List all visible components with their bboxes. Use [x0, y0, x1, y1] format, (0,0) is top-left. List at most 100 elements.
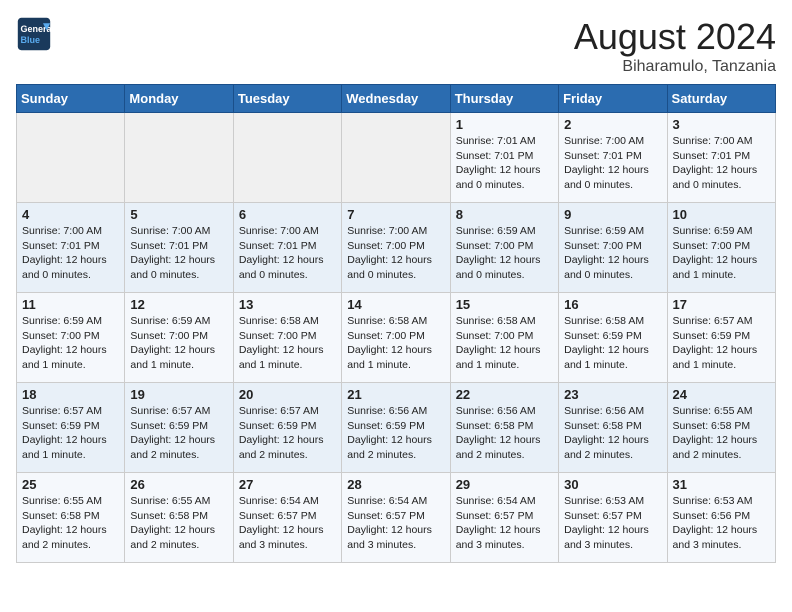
calendar-cell: 26 Sunrise: 6:55 AMSunset: 6:58 PMDayligh… — [125, 473, 233, 563]
week-row-1: 1 Sunrise: 7:01 AMSunset: 7:01 PMDaylight… — [17, 113, 776, 203]
day-info: Sunrise: 6:59 AMSunset: 7:00 PMDaylight:… — [564, 224, 661, 283]
day-number: 30 — [564, 477, 661, 492]
day-number: 9 — [564, 207, 661, 222]
calendar-cell: 10 Sunrise: 6:59 AMSunset: 7:00 PMDayligh… — [667, 203, 775, 293]
day-info: Sunrise: 7:00 AMSunset: 7:01 PMDaylight:… — [239, 224, 336, 283]
week-row-2: 4 Sunrise: 7:00 AMSunset: 7:01 PMDaylight… — [17, 203, 776, 293]
calendar-cell: 5Sunrise: 7:00 AMSunset: 7:01 PMDaylight… — [125, 203, 233, 293]
calendar-cell: 28 Sunrise: 6:54 AMSunset: 6:57 PMDayligh… — [342, 473, 450, 563]
day-info: Sunrise: 6:55 AMSunset: 6:58 PMDaylight:… — [130, 494, 227, 553]
day-number: 16 — [564, 297, 661, 312]
weekday-header-sunday: Sunday — [17, 85, 125, 113]
day-info: Sunrise: 6:56 AMSunset: 6:58 PMDaylight:… — [564, 404, 661, 463]
calendar-cell: 30 Sunrise: 6:53 AMSunset: 6:57 PMDayligh… — [559, 473, 667, 563]
day-info: Sunrise: 6:59 AMSunset: 7:00 PMDaylight:… — [673, 224, 770, 283]
calendar-cell: 13 Sunrise: 6:58 AMSunset: 7:00 PMDayligh… — [233, 293, 341, 383]
day-info: Sunrise: 6:54 AMSunset: 6:57 PMDaylight:… — [456, 494, 553, 553]
weekday-header-saturday: Saturday — [667, 85, 775, 113]
day-info: Sunrise: 6:54 AMSunset: 6:57 PMDaylight:… — [347, 494, 444, 553]
day-number: 8 — [456, 207, 553, 222]
calendar-cell: 29 Sunrise: 6:54 AMSunset: 6:57 PMDayligh… — [450, 473, 558, 563]
calendar-cell — [125, 113, 233, 203]
calendar-cell: 19 Sunrise: 6:57 AMSunset: 6:59 PMDayligh… — [125, 383, 233, 473]
weekday-header-row: SundayMondayTuesdayWednesdayThursdayFrid… — [17, 85, 776, 113]
day-info: Sunrise: 6:59 AMSunset: 7:00 PMDaylight:… — [456, 224, 553, 283]
calendar-table: SundayMondayTuesdayWednesdayThursdayFrid… — [16, 84, 776, 563]
day-number: 15 — [456, 297, 553, 312]
day-number: 10 — [673, 207, 770, 222]
day-number: 6 — [239, 207, 336, 222]
calendar-cell: 23 Sunrise: 6:56 AMSunset: 6:58 PMDayligh… — [559, 383, 667, 473]
day-number: 29 — [456, 477, 553, 492]
day-info: Sunrise: 7:00 AMSunset: 7:00 PMDaylight:… — [347, 224, 444, 283]
day-number: 13 — [239, 297, 336, 312]
day-info: Sunrise: 7:00 AMSunset: 7:01 PMDaylight:… — [673, 134, 770, 193]
day-number: 19 — [130, 387, 227, 402]
day-number: 26 — [130, 477, 227, 492]
day-number: 12 — [130, 297, 227, 312]
day-info: Sunrise: 6:55 AMSunset: 6:58 PMDaylight:… — [22, 494, 119, 553]
day-number: 1 — [456, 117, 553, 132]
day-number: 24 — [673, 387, 770, 402]
day-number: 25 — [22, 477, 119, 492]
weekday-header-tuesday: Tuesday — [233, 85, 341, 113]
month-title: August 2024 — [574, 16, 776, 58]
calendar-cell: 15 Sunrise: 6:58 AMSunset: 7:00 PMDayligh… — [450, 293, 558, 383]
title-block: August 2024 Biharamulo, Tanzania — [574, 16, 776, 76]
calendar-body: 1 Sunrise: 7:01 AMSunset: 7:01 PMDaylight… — [17, 113, 776, 563]
page-header: General Blue August 2024 Biharamulo, Tan… — [16, 16, 776, 76]
day-number: 28 — [347, 477, 444, 492]
day-info: Sunrise: 6:56 AMSunset: 6:59 PMDaylight:… — [347, 404, 444, 463]
week-row-4: 18 Sunrise: 6:57 AMSunset: 6:59 PMDayligh… — [17, 383, 776, 473]
day-number: 14 — [347, 297, 444, 312]
day-info: Sunrise: 6:59 AMSunset: 7:00 PMDaylight:… — [130, 314, 227, 373]
calendar-cell: 25 Sunrise: 6:55 AMSunset: 6:58 PMDayligh… — [17, 473, 125, 563]
weekday-header-wednesday: Wednesday — [342, 85, 450, 113]
calendar-cell: 7 Sunrise: 7:00 AMSunset: 7:00 PMDaylight… — [342, 203, 450, 293]
calendar-cell: 20 Sunrise: 6:57 AMSunset: 6:59 PMDayligh… — [233, 383, 341, 473]
day-info: Sunrise: 6:57 AMSunset: 6:59 PMDaylight:… — [673, 314, 770, 373]
day-info: Sunrise: 6:58 AMSunset: 7:00 PMDaylight:… — [239, 314, 336, 373]
calendar-cell — [17, 113, 125, 203]
calendar-cell: 14 Sunrise: 6:58 AMSunset: 7:00 PMDayligh… — [342, 293, 450, 383]
day-number: 7 — [347, 207, 444, 222]
calendar-cell: 2 Sunrise: 7:00 AMSunset: 7:01 PMDaylight… — [559, 113, 667, 203]
calendar-cell: 8 Sunrise: 6:59 AMSunset: 7:00 PMDaylight… — [450, 203, 558, 293]
day-info: Sunrise: 6:57 AMSunset: 6:59 PMDaylight:… — [239, 404, 336, 463]
day-number: 21 — [347, 387, 444, 402]
day-number: 4 — [22, 207, 119, 222]
calendar-cell: 11Sunrise: 6:59 AMSunset: 7:00 PMDayligh… — [17, 293, 125, 383]
calendar-cell: 9 Sunrise: 6:59 AMSunset: 7:00 PMDaylight… — [559, 203, 667, 293]
day-number: 2 — [564, 117, 661, 132]
day-number: 23 — [564, 387, 661, 402]
day-info: Sunrise: 7:00 AMSunset: 7:01 PMDaylight:… — [130, 224, 227, 283]
calendar-cell: 6 Sunrise: 7:00 AMSunset: 7:01 PMDaylight… — [233, 203, 341, 293]
day-info: Sunrise: 6:57 AMSunset: 6:59 PMDaylight:… — [130, 404, 227, 463]
calendar-cell: 27Sunrise: 6:54 AMSunset: 6:57 PMDayligh… — [233, 473, 341, 563]
day-number: 18 — [22, 387, 119, 402]
week-row-3: 11Sunrise: 6:59 AMSunset: 7:00 PMDayligh… — [17, 293, 776, 383]
day-info: Sunrise: 6:53 AMSunset: 6:57 PMDaylight:… — [564, 494, 661, 553]
day-info: Sunrise: 6:56 AMSunset: 6:58 PMDaylight:… — [456, 404, 553, 463]
day-info: Sunrise: 6:59 AMSunset: 7:00 PMDaylight:… — [22, 314, 119, 373]
day-info: Sunrise: 6:53 AMSunset: 6:56 PMDaylight:… — [673, 494, 770, 553]
day-info: Sunrise: 6:58 AMSunset: 7:00 PMDaylight:… — [347, 314, 444, 373]
day-info: Sunrise: 7:00 AMSunset: 7:01 PMDaylight:… — [564, 134, 661, 193]
calendar-cell: 24Sunrise: 6:55 AMSunset: 6:58 PMDayligh… — [667, 383, 775, 473]
calendar-cell: 3 Sunrise: 7:00 AMSunset: 7:01 PMDaylight… — [667, 113, 775, 203]
calendar-cell — [342, 113, 450, 203]
day-number: 3 — [673, 117, 770, 132]
day-number: 20 — [239, 387, 336, 402]
calendar-cell: 17 Sunrise: 6:57 AMSunset: 6:59 PMDayligh… — [667, 293, 775, 383]
calendar-cell: 18Sunrise: 6:57 AMSunset: 6:59 PMDayligh… — [17, 383, 125, 473]
day-number: 17 — [673, 297, 770, 312]
location: Biharamulo, Tanzania — [574, 58, 776, 76]
calendar-cell — [233, 113, 341, 203]
day-info: Sunrise: 6:58 AMSunset: 6:59 PMDaylight:… — [564, 314, 661, 373]
day-info: Sunrise: 7:00 AMSunset: 7:01 PMDaylight:… — [22, 224, 119, 283]
weekday-header-thursday: Thursday — [450, 85, 558, 113]
weekday-header-monday: Monday — [125, 85, 233, 113]
day-info: Sunrise: 7:01 AMSunset: 7:01 PMDaylight:… — [456, 134, 553, 193]
day-info: Sunrise: 6:58 AMSunset: 7:00 PMDaylight:… — [456, 314, 553, 373]
day-number: 22 — [456, 387, 553, 402]
